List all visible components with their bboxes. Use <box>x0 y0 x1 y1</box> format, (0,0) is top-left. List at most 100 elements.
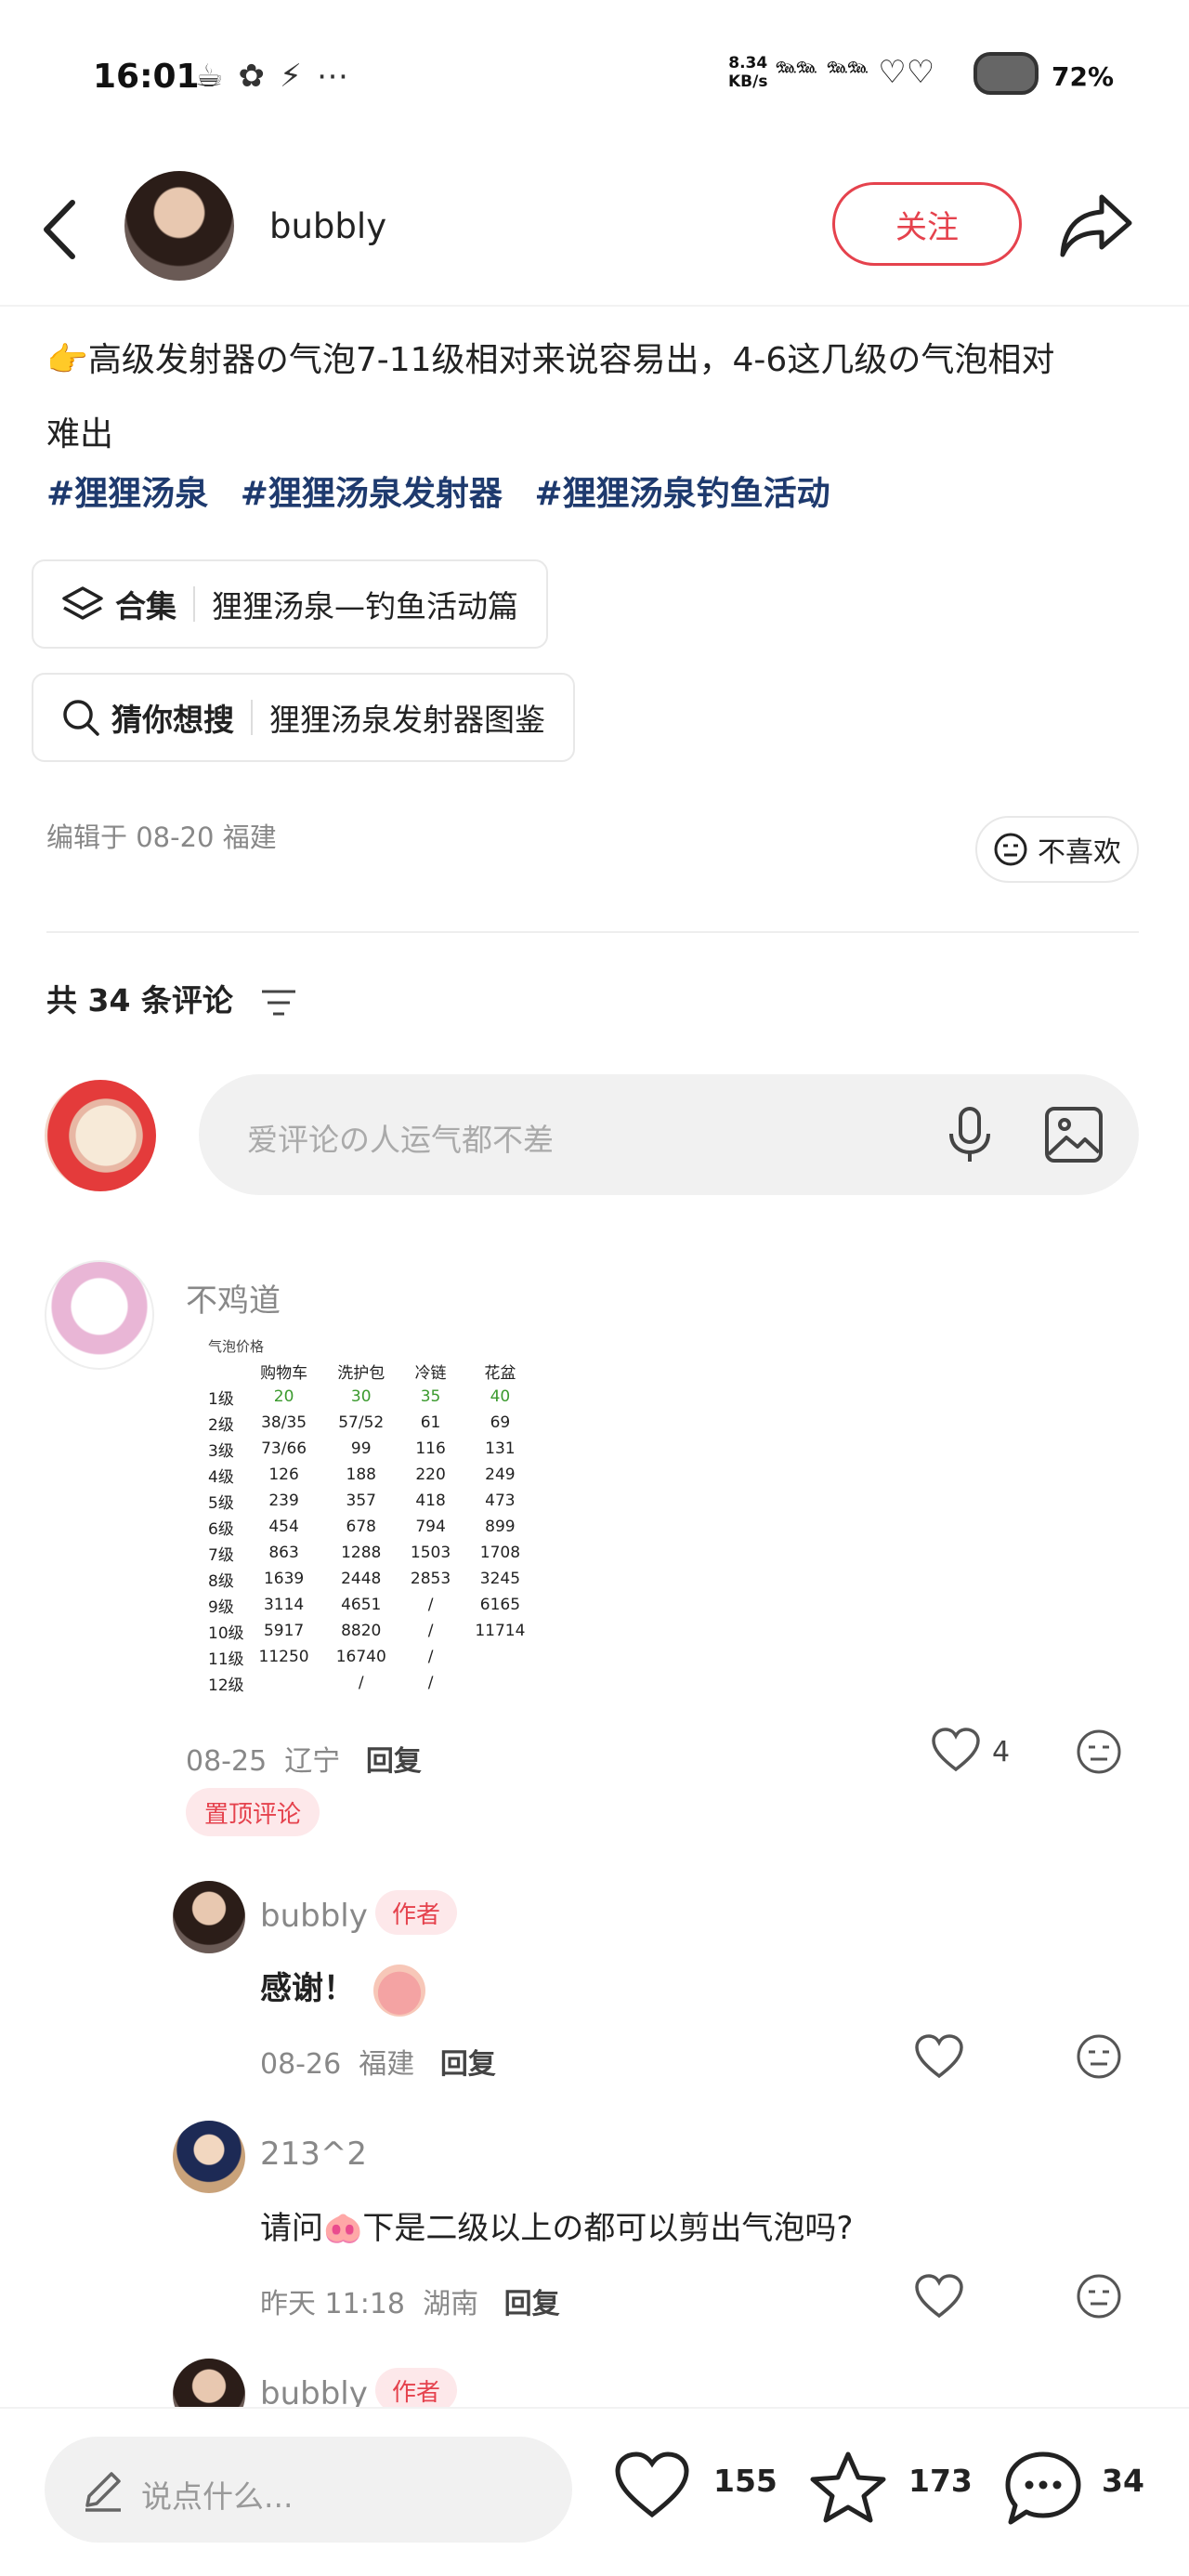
table-row: 7级 863 1288 1503 1708 <box>195 1540 539 1566</box>
network-rate: 8.34 KB/s <box>728 54 768 91</box>
table-cell: 11250 <box>258 1648 309 1666</box>
table-row: 3级 73/66 99 116 131 <box>195 1436 539 1462</box>
share-icon[interactable] <box>1059 190 1133 260</box>
neutral-face-icon[interactable] <box>1076 2033 1122 2080</box>
table-cell <box>245 1670 322 1696</box>
comment-count: 共 34 条评论 <box>46 976 297 1020</box>
table-cell: 16740 <box>335 1648 386 1666</box>
sort-filter-icon[interactable] <box>260 987 297 1019</box>
table-cell: 239 <box>268 1492 299 1510</box>
status-bar: 16:01 ☕✿⚡⋯ 8.34 KB/s 𝆮𝆮 𝆮𝆮 ♡♡ 72% <box>0 0 1189 158</box>
say-something-input[interactable]: 说点什么... <box>45 2437 572 2543</box>
table-cell: 1708 <box>479 1544 521 1562</box>
follow-button[interactable]: 关注 <box>832 182 1022 266</box>
heart-icon[interactable] <box>613 2450 691 2520</box>
table-cell: 1级 <box>208 1389 234 1409</box>
post-tags: #狸狸汤泉 #狸狸汤泉发射器 #狸狸汤泉钓鱼活动 <box>46 467 851 515</box>
table-row: 4级 126 188 220 249 <box>195 1462 539 1488</box>
notification-icons: ☕✿⚡⋯ <box>195 58 363 95</box>
table-row: 12级 / / <box>195 1670 539 1696</box>
image-icon[interactable] <box>1044 1106 1104 1163</box>
table-row: 11级 11250 16740 / <box>195 1644 539 1670</box>
table-cell: 11714 <box>475 1622 526 1640</box>
table-cell: 863 <box>268 1544 299 1562</box>
table-row: 10级 5917 8820 / 11714 <box>195 1618 539 1644</box>
battery-icon <box>973 52 1039 95</box>
comment-input[interactable]: 爱评论の人运气都不差 <box>199 1074 1139 1195</box>
table-cell: 3114 <box>263 1596 305 1614</box>
neutral-face-icon[interactable] <box>1076 1728 1122 1775</box>
divider <box>46 931 1139 933</box>
collection-label: 合集 <box>115 588 176 624</box>
table-cell: 洗护包 <box>337 1363 385 1383</box>
comment-avatar[interactable] <box>173 1881 245 1953</box>
comment-author[interactable]: bubbly <box>260 1898 368 1935</box>
price-table: 购物车 洗护包 冷链 花盆 1级 20 30 35 40 2级 38/35 57/52 61 69 3级 73… <box>195 1358 539 1696</box>
back-arrow-icon[interactable] <box>37 197 84 262</box>
comment-avatar[interactable] <box>173 2121 245 2193</box>
comment-bubble-icon[interactable] <box>1003 2450 1083 2528</box>
signal-icon: 𝆮𝆮 𝆮𝆮 ♡♡ <box>776 54 935 91</box>
reply-button[interactable]: 回复 <box>440 2048 496 2081</box>
tag-link[interactable]: #狸狸汤泉钓鱼活动 <box>534 475 830 513</box>
table-cell: 418 <box>415 1492 446 1510</box>
comment-author[interactable]: 213^2 <box>260 2136 367 2173</box>
table-cell: 3245 <box>479 1570 521 1588</box>
table-cell: 116 <box>415 1439 446 1458</box>
table-cell: 794 <box>415 1518 446 1536</box>
comment-author[interactable]: 不鸡道 <box>186 1275 281 1321</box>
table-cell: 38/35 <box>261 1413 307 1432</box>
author-avatar[interactable] <box>124 171 234 281</box>
table-cell: 220 <box>415 1465 446 1484</box>
tag-link[interactable]: #狸狸汤泉 <box>46 475 208 513</box>
microphone-icon[interactable] <box>942 1106 998 1163</box>
table-cell: 6165 <box>479 1596 521 1614</box>
star-icon[interactable] <box>808 2450 888 2524</box>
table-cell: / <box>427 1596 434 1614</box>
collection-value: 狸狸汤泉—钓鱼活动篇 <box>212 588 518 624</box>
comment-text: 感谢！ <box>260 1963 425 2017</box>
table-title: 气泡价格 <box>208 1338 265 1355</box>
reply-button[interactable]: 回复 <box>504 2288 560 2320</box>
table-cell: 7级 <box>208 1545 234 1565</box>
table-cell: 4651 <box>341 1596 382 1614</box>
table-cell: / <box>358 1674 364 1692</box>
comment-image[interactable]: 气泡价格 购物车 洗护包 冷链 花盆 1级 20 30 35 40 2级 38/35 57/52 61 6… <box>195 1336 539 1708</box>
comment-meta: 昨天 11:18 湖南 回复 <box>260 2288 560 2320</box>
table-cell: 57/52 <box>338 1413 385 1432</box>
author-badge: 作者 <box>375 1890 458 1935</box>
like-count: 4 <box>992 1736 1011 1768</box>
table-cell: 2级 <box>208 1415 234 1435</box>
reply-button[interactable]: 回复 <box>366 1745 422 1778</box>
table-cell: 花盆 <box>484 1363 516 1383</box>
comment-avatar[interactable] <box>45 1260 154 1370</box>
table-cell: 61 <box>420 1413 441 1432</box>
table-cell: 2448 <box>341 1570 382 1588</box>
heart-icon[interactable] <box>931 1727 981 1773</box>
table-cell: 购物车 <box>260 1363 308 1383</box>
table-cell: 454 <box>268 1518 299 1536</box>
suggested-search-chip[interactable]: 猜你想搜 狸狸汤泉发射器图鉴 <box>32 673 575 762</box>
heart-icon[interactable] <box>914 2033 964 2080</box>
author-name[interactable]: bubbly <box>269 206 386 246</box>
star-count: 173 <box>908 2463 973 2499</box>
table-cell: 131 <box>485 1439 516 1458</box>
table-cell: 1639 <box>263 1570 305 1588</box>
table-cell: 126 <box>268 1465 299 1484</box>
neutral-face-icon[interactable] <box>1076 2273 1122 2320</box>
collection-chip[interactable]: 合集 狸狸汤泉—钓鱼活动篇 <box>32 559 548 649</box>
author-badge: 作者 <box>375 2368 458 2412</box>
table-row: 6级 454 678 794 899 <box>195 1514 539 1540</box>
table-cell: 10级 <box>208 1623 244 1643</box>
tag-link[interactable]: #狸狸汤泉发射器 <box>241 475 503 513</box>
table-cell: 2853 <box>410 1570 451 1588</box>
table-cell: 473 <box>485 1492 516 1510</box>
comment-text: 请问🐽下是二级以上の都可以剪出气泡吗? <box>260 2210 854 2247</box>
heart-icon[interactable] <box>914 2273 964 2320</box>
table-cell: / <box>427 1622 434 1640</box>
table-row: 8级 1639 2448 2853 3245 <box>195 1566 539 1592</box>
comment-meta: 08-25 辽宁 回复 <box>186 1745 422 1778</box>
table-cell: 12级 <box>208 1676 244 1695</box>
dislike-button[interactable]: 不喜欢 <box>975 816 1139 883</box>
table-row: 2级 38/35 57/52 61 69 <box>195 1410 539 1436</box>
